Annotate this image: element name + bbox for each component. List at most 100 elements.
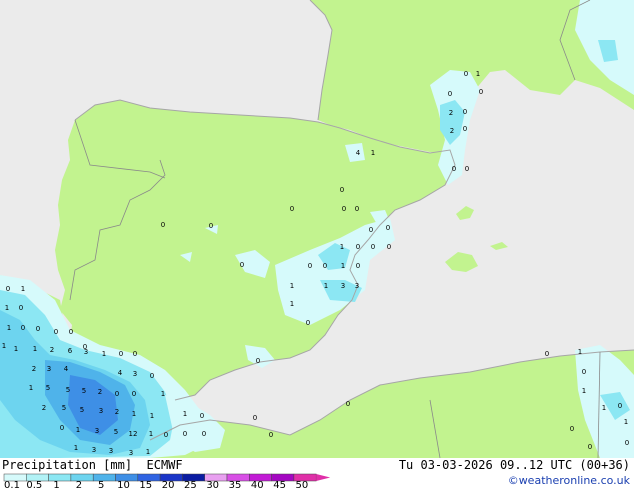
map-value-label: 0 (545, 350, 549, 358)
map-value-label: 1 (341, 262, 345, 270)
map-value-label: 0 (150, 372, 154, 380)
map-value-label: 3 (133, 370, 137, 378)
map-value-label: 3 (341, 282, 345, 290)
map-value-label: 1 (290, 282, 294, 290)
map-value-label: 4 (118, 369, 123, 377)
map-value-label: 1 (29, 384, 33, 392)
map-value-label: 1 (2, 342, 6, 350)
map-value-label: 1 (183, 410, 187, 418)
map-value-label: 0 (346, 400, 350, 408)
map-value-label: 5 (82, 387, 86, 395)
map-value-label: 0 (452, 165, 456, 173)
map-value-label: 0 (6, 285, 10, 293)
map-value-label: 1 (150, 412, 154, 420)
map-value-label: 4 (64, 365, 69, 373)
map-value-label: 0 (323, 262, 327, 270)
map-value-label: 0 (306, 319, 310, 327)
scale-tick-label: 1 (53, 480, 60, 491)
scale-tick-label: 15 (139, 480, 153, 491)
map-value-label: 0 (240, 261, 244, 269)
map-value-label: 1 (149, 430, 153, 438)
precipitation-map: 1000202000410000010000010113310000000010… (0, 0, 634, 490)
map-value-label: 3 (99, 407, 103, 415)
map-value-label: 3 (92, 446, 96, 454)
map-value-label: 1 (7, 324, 11, 332)
map-value-label: 3 (84, 348, 88, 356)
map-value-label: 0 (69, 328, 73, 336)
map-value-label: 1 (102, 350, 106, 358)
scale-tick-label: 25 (184, 480, 197, 491)
map-value-label: 1 (582, 387, 586, 395)
map-value-label: 1 (290, 300, 294, 308)
map-value-label: 6 (68, 347, 73, 355)
map-value-label: 1 (21, 285, 25, 293)
map-value-label: 0 (200, 412, 204, 420)
map-value-label: 1 (578, 348, 582, 356)
map-value-label: 2 (115, 408, 119, 416)
map-value-label: 0 (269, 431, 273, 439)
map-value-label: 0 (464, 70, 468, 78)
map-value-label: 5 (62, 404, 66, 412)
map-value-label: 0 (256, 357, 260, 365)
map-value-label: 0 (479, 88, 483, 96)
scale-tick-label: 35 (228, 480, 242, 491)
map-value-label: 0 (253, 414, 257, 422)
map-value-label: 0 (625, 439, 629, 447)
site-credit[interactable]: ©weatheronline.co.uk (508, 474, 630, 487)
map-value-label: 0 (164, 431, 168, 439)
map-value-label: 1 (14, 345, 18, 353)
map-value-label: 5 (46, 384, 50, 392)
map-value-label: 0 (133, 350, 137, 358)
map-value-label: 4 (356, 149, 361, 157)
map-value-label: 0 (463, 108, 467, 116)
map-value-label: 0 (463, 125, 467, 133)
scale-tick-label: 45 (273, 480, 286, 491)
map-footer: 0.1 0.5 1 2 5 10 15 20 25 30 35 40 45 50 Precipitatio… (0, 458, 634, 491)
scale-tick-label: 40 (250, 480, 264, 491)
map-value-label: 1 (602, 404, 606, 412)
map-value-label: 0 (290, 205, 294, 213)
map-value-label: 0 (132, 390, 136, 398)
map-value-label: 1 (74, 444, 78, 452)
map-value-label: 0 (342, 205, 346, 213)
map-value-label: 2 (32, 365, 36, 373)
scale-tick-label: 0.1 (4, 480, 20, 491)
map-value-label: 5 (80, 406, 84, 414)
map-value-label: 3 (355, 282, 359, 290)
map-value-label: 0 (54, 328, 58, 336)
scale-tick-label: 30 (206, 480, 220, 491)
map-value-label: 0 (618, 402, 622, 410)
map-value-label: 1 (146, 448, 150, 456)
scale-tick-label: 10 (117, 480, 130, 491)
map-value-label: 0 (465, 165, 469, 173)
map-value-label: 0 (582, 368, 586, 376)
map-value-label: 0 (340, 186, 344, 194)
map-value-label: 0 (369, 226, 373, 234)
map-value-label: 0 (21, 324, 25, 332)
map-value-label: 2 (98, 388, 102, 396)
map-value-label: 1 (76, 426, 80, 434)
map-value-label: 0 (386, 224, 390, 232)
map-value-label: 2 (450, 127, 454, 135)
map-value-label: 0 (183, 430, 187, 438)
map-value-label: 3 (109, 447, 113, 455)
map-value-label: 1 (476, 70, 480, 78)
map-value-label: 1 (324, 282, 328, 290)
map-value-label: 1 (340, 243, 344, 251)
map-value-label: 1 (371, 149, 375, 157)
map-value-label: 0 (356, 262, 360, 270)
map-value-label: 0 (60, 424, 64, 432)
map-value-label: 2 (449, 109, 453, 117)
scale-tick-label: 2 (75, 480, 83, 491)
map-value-label: 5 (66, 386, 70, 394)
model-name: ECMWF (146, 458, 183, 472)
map-value-label: 0 (308, 262, 312, 270)
map-value-label: 3 (95, 427, 99, 435)
map-value-label: 12 (129, 430, 138, 438)
map-value-label: 0 (119, 350, 123, 358)
scale-tick-label: 20 (161, 480, 175, 491)
map-value-label: 5 (114, 428, 118, 436)
map-value-label: 1 (5, 304, 9, 312)
map-value-label: 1 (161, 390, 165, 398)
map-value-label: 0 (209, 222, 213, 230)
